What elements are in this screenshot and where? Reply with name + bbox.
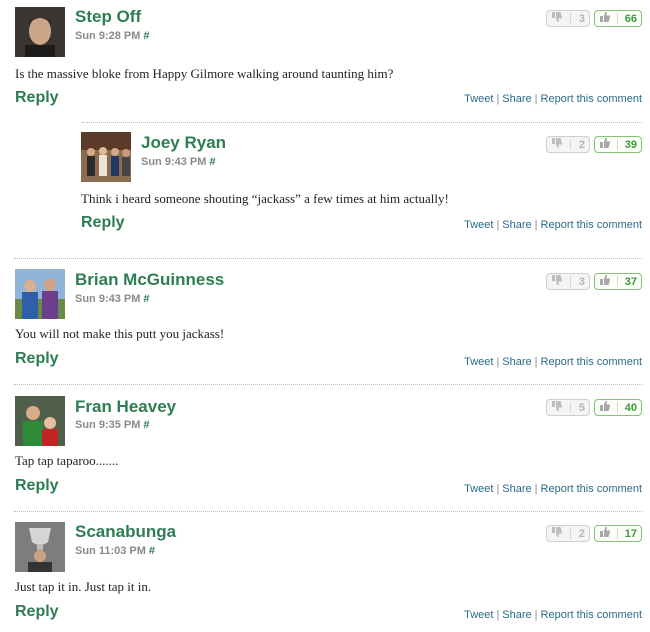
permalink[interactable]: # <box>143 30 149 42</box>
up-count: 66 <box>624 12 637 25</box>
vote-buttons: 2 17 <box>546 525 642 542</box>
share-link[interactable]: Share <box>502 609 531 621</box>
comment-actions: Tweet | Share | Report this comment <box>464 219 642 231</box>
comment-text: Is the massive bloke from Happy Gilmore … <box>15 66 394 81</box>
author-name[interactable]: Step Off <box>75 7 141 27</box>
thumbs-up-icon <box>599 11 611 26</box>
author-name[interactable]: Joey Ryan <box>141 133 226 153</box>
comment-fran-heavey: Fran Heavey Sun 9:35 PM # 5 40 Tap tap ta… <box>0 389 650 511</box>
comment-step-off: Step Off Sun 9:28 PM # 3 66 Is the massiv… <box>0 0 650 120</box>
share-link[interactable]: Share <box>502 93 531 105</box>
thumbs-down-icon <box>551 137 563 152</box>
divider <box>14 511 642 512</box>
thumbs-down-icon <box>551 526 563 541</box>
comment-text: Think i heard someone shouting “jackass”… <box>81 191 449 206</box>
report-link[interactable]: Report this comment <box>541 609 642 621</box>
thumbs-up-button[interactable]: 66 <box>594 10 642 27</box>
reply-button[interactable]: Reply <box>15 477 59 495</box>
comment-brian-mcguinness: Brian McGuinness Sun 9:43 PM # 3 37 You w… <box>0 262 650 384</box>
vote-buttons: 3 37 <box>546 273 642 290</box>
permalink[interactable]: # <box>143 419 149 431</box>
tweet-link[interactable]: Tweet <box>464 356 493 368</box>
down-count: 2 <box>578 527 585 540</box>
report-link[interactable]: Report this comment <box>541 93 642 105</box>
thumbs-up-button[interactable]: 39 <box>594 136 642 153</box>
share-link[interactable]: Share <box>502 356 531 368</box>
author-name[interactable]: Fran Heavey <box>75 397 176 417</box>
thumbs-down-icon <box>551 400 563 415</box>
thumbs-up-icon <box>599 400 611 415</box>
comment-actions: Tweet | Share | Report this comment <box>464 483 642 495</box>
thumbs-up-icon <box>599 526 611 541</box>
thumbs-up-button[interactable]: 40 <box>594 399 642 416</box>
tweet-link[interactable]: Tweet <box>464 609 493 621</box>
share-link[interactable]: Share <box>502 483 531 495</box>
down-count: 3 <box>578 12 585 25</box>
tweet-link[interactable]: Tweet <box>464 93 493 105</box>
tweet-link[interactable]: Tweet <box>464 219 493 231</box>
report-link[interactable]: Report this comment <box>541 219 642 231</box>
avatar[interactable] <box>15 522 65 572</box>
timestamp: Sun 9:43 PM # <box>75 293 150 305</box>
timestamp: Sun 9:43 PM # <box>141 156 216 168</box>
comment-actions: Tweet | Share | Report this comment <box>464 609 642 621</box>
comment-joey-ryan: Joey Ryan Sun 9:43 PM # 2 39 Think i hear… <box>0 125 650 255</box>
permalink[interactable]: # <box>143 293 149 305</box>
timestamp: Sun 9:28 PM # <box>75 30 150 42</box>
vote-buttons: 3 66 <box>546 10 642 27</box>
reply-button[interactable]: Reply <box>81 214 125 232</box>
comment-scanabunga: Scanabunga Sun 11:03 PM # 2 17 Just tap i… <box>0 515 650 632</box>
vote-buttons: 5 40 <box>546 399 642 416</box>
tweet-link[interactable]: Tweet <box>464 483 493 495</box>
timestamp: Sun 11:03 PM # <box>75 545 156 557</box>
down-count: 2 <box>578 138 585 151</box>
thumbs-down-icon <box>551 11 563 26</box>
timestamp: Sun 9:35 PM # <box>75 419 150 431</box>
author-name[interactable]: Scanabunga <box>75 522 176 542</box>
divider <box>14 384 642 385</box>
report-link[interactable]: Report this comment <box>541 483 642 495</box>
report-link[interactable]: Report this comment <box>541 356 642 368</box>
thumbs-down-button[interactable]: 3 <box>546 273 590 290</box>
share-link[interactable]: Share <box>502 219 531 231</box>
reply-button[interactable]: Reply <box>15 603 59 621</box>
permalink[interactable]: # <box>209 156 215 168</box>
thumbs-up-button[interactable]: 37 <box>594 273 642 290</box>
comment-text: Just tap it in. Just tap it in. <box>15 579 152 594</box>
thumbs-up-icon <box>599 274 611 289</box>
avatar[interactable] <box>15 396 65 446</box>
thumbs-up-icon <box>599 137 611 152</box>
down-count: 3 <box>578 275 585 288</box>
avatar[interactable] <box>15 7 65 57</box>
thumbs-down-button[interactable]: 2 <box>546 136 590 153</box>
divider <box>14 258 642 259</box>
thumbs-down-button[interactable]: 5 <box>546 399 590 416</box>
divider <box>82 122 642 123</box>
avatar[interactable] <box>15 269 65 319</box>
author-name[interactable]: Brian McGuinness <box>75 270 224 290</box>
up-count: 39 <box>624 138 637 151</box>
up-count: 40 <box>624 401 637 414</box>
up-count: 37 <box>624 275 637 288</box>
comment-text: Tap tap taparoo....... <box>15 453 119 468</box>
vote-buttons: 2 39 <box>546 136 642 153</box>
reply-button[interactable]: Reply <box>15 350 59 368</box>
thumbs-down-icon <box>551 274 563 289</box>
down-count: 5 <box>578 401 585 414</box>
permalink[interactable]: # <box>149 545 155 557</box>
thumbs-up-button[interactable]: 17 <box>594 525 642 542</box>
up-count: 17 <box>624 527 637 540</box>
comment-actions: Tweet | Share | Report this comment <box>464 93 642 105</box>
thumbs-down-button[interactable]: 2 <box>546 525 590 542</box>
reply-button[interactable]: Reply <box>15 89 59 107</box>
comment-actions: Tweet | Share | Report this comment <box>464 356 642 368</box>
avatar[interactable] <box>81 132 131 182</box>
comment-text: You will not make this putt you jackass! <box>15 326 225 341</box>
thumbs-down-button[interactable]: 3 <box>546 10 590 27</box>
